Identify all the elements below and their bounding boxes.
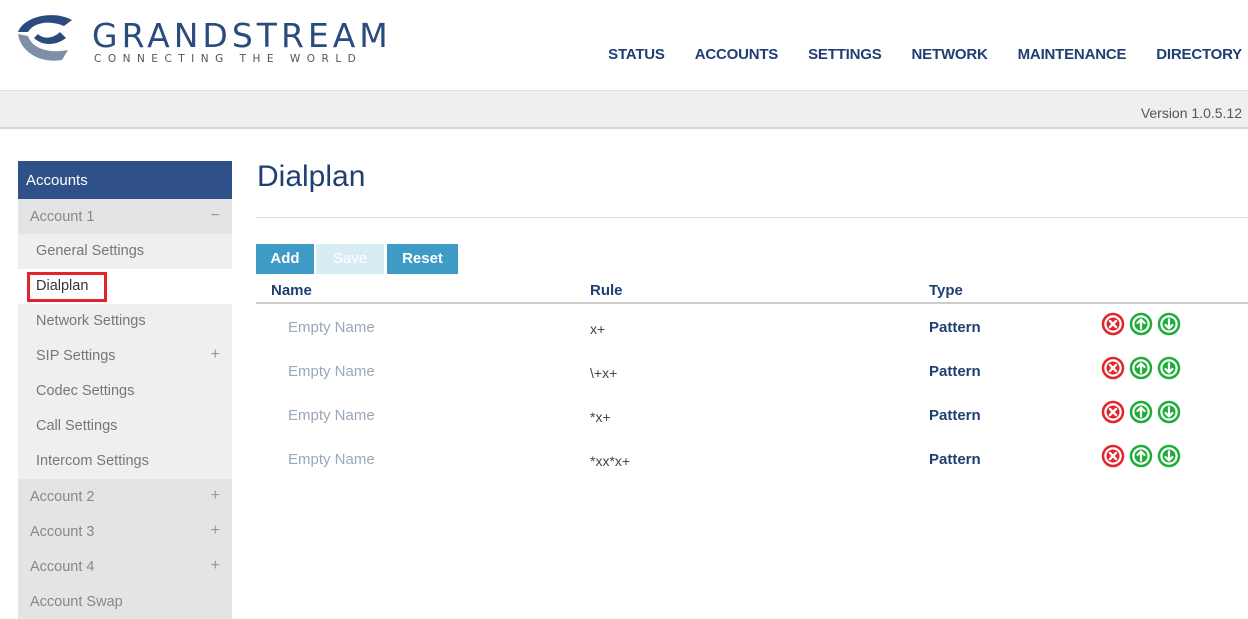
sidebar-header: Accounts [18,161,232,199]
table-row: Empty Name x+ Pattern [256,312,1248,363]
sidebar-item-label: Dialplan [36,278,89,294]
main-content: Dialplan Add Save Reset Name Rule Type E… [256,160,1248,469]
delete-icon[interactable] [1101,312,1125,336]
rule-pattern[interactable]: \+x+ [590,365,617,381]
rule-pattern[interactable]: *xx*x+ [590,453,630,469]
rule-name[interactable]: Empty Name [288,407,375,424]
sidebar-item-network-settings[interactable]: Network Settings [18,304,232,339]
table-row: Empty Name \+x+ Pattern [256,356,1248,407]
row-actions [1101,312,1185,336]
delete-icon[interactable] [1101,400,1125,424]
row-actions [1101,444,1185,468]
divider [256,302,1248,304]
version-text: Version 1.0.5.12 [1140,105,1242,121]
move-up-icon[interactable] [1129,356,1153,380]
brand-name: GRANDSTREAM [92,16,392,55]
move-up-icon[interactable] [1129,444,1153,468]
rule-type[interactable]: Pattern [929,363,981,380]
sidebar-group-account-1[interactable]: Account 1 − [18,199,232,234]
sidebar-group-account-swap[interactable]: Account Swap [18,584,232,619]
divider [256,217,1248,218]
sidebar-group-label: Account Swap [30,594,123,610]
nav-directory[interactable]: DIRECTORY [1156,46,1242,63]
sidebar-item-label: Network Settings [36,313,146,329]
sidebar-group-account-2[interactable]: Account 2 + [18,479,232,514]
grandstream-logo-icon [18,15,72,61]
move-up-icon[interactable] [1129,312,1153,336]
table-row: Empty Name *x+ Pattern [256,400,1248,451]
delete-icon[interactable] [1101,444,1125,468]
sidebar-item-label: Call Settings [36,418,118,434]
reset-button[interactable]: Reset [387,244,458,274]
main-nav: STATUS ACCOUNTS SETTINGS NETWORK MAINTEN… [578,46,1242,63]
move-down-icon[interactable] [1157,444,1181,468]
rule-name[interactable]: Empty Name [288,363,375,380]
row-actions [1101,356,1185,380]
row-actions [1101,400,1185,424]
nav-status[interactable]: STATUS [608,46,665,63]
expand-icon[interactable]: + [211,487,220,505]
rule-type[interactable]: Pattern [929,319,981,336]
grandstream-logo[interactable]: GRANDSTREAM CONNECTING THE WORLD [14,10,394,70]
rule-name[interactable]: Empty Name [288,451,375,468]
sidebar-item-codec-settings[interactable]: Codec Settings [18,374,232,409]
sidebar-group-label: Account 1 [30,209,95,225]
sidebar-item-intercom-settings[interactable]: Intercom Settings [18,444,232,479]
nav-settings[interactable]: SETTINGS [808,46,882,63]
move-down-icon[interactable] [1157,356,1181,380]
column-header-type: Type [929,282,963,299]
rule-type[interactable]: Pattern [929,451,981,468]
sidebar-group-label: Account 4 [30,559,95,575]
sidebar-item-sip-settings[interactable]: SIP Settings + [18,339,232,374]
save-button[interactable]: Save [316,244,384,274]
brand-tagline: CONNECTING THE WORLD [94,53,363,65]
nav-accounts[interactable]: ACCOUNTS [695,46,779,63]
column-header-rule: Rule [590,282,623,299]
column-header-name: Name [271,282,312,299]
expand-icon[interactable]: + [211,557,220,575]
sidebar-item-label: SIP Settings [36,348,116,364]
move-down-icon[interactable] [1157,312,1181,336]
rule-name[interactable]: Empty Name [288,319,375,336]
sidebar-item-dialplan[interactable]: Dialplan [18,269,232,304]
sidebar-item-call-settings[interactable]: Call Settings [18,409,232,444]
sidebar-item-general-settings[interactable]: General Settings [18,234,232,269]
page-title: Dialplan [257,160,366,193]
sidebar-group-account-4[interactable]: Account 4 + [18,549,232,584]
rule-type[interactable]: Pattern [929,407,981,424]
collapse-icon[interactable]: − [211,207,220,225]
expand-icon[interactable]: + [211,522,220,540]
delete-icon[interactable] [1101,356,1125,380]
nav-maintenance[interactable]: MAINTENANCE [1018,46,1127,63]
nav-network[interactable]: NETWORK [912,46,988,63]
sidebar-item-label: Codec Settings [36,383,135,399]
rule-pattern[interactable]: *x+ [590,409,611,425]
move-up-icon[interactable] [1129,400,1153,424]
rule-pattern[interactable]: x+ [590,321,605,337]
sidebar-item-label: General Settings [36,243,145,259]
sidebar-group-label: Account 2 [30,489,95,505]
table-row: Empty Name *xx*x+ Pattern [256,444,1248,495]
sidebar-group-label: Account 3 [30,524,95,540]
top-header: GRANDSTREAM CONNECTING THE WORLD STATUS … [0,0,1248,90]
add-button[interactable]: Add [256,244,314,274]
move-down-icon[interactable] [1157,400,1181,424]
version-bar: Version 1.0.5.12 [0,90,1248,129]
sidebar-item-label: Intercom Settings [36,453,149,469]
sidebar: Accounts Account 1 − General Settings Di… [18,161,232,619]
expand-icon[interactable]: + [211,346,220,364]
sidebar-group-account-3[interactable]: Account 3 + [18,514,232,549]
